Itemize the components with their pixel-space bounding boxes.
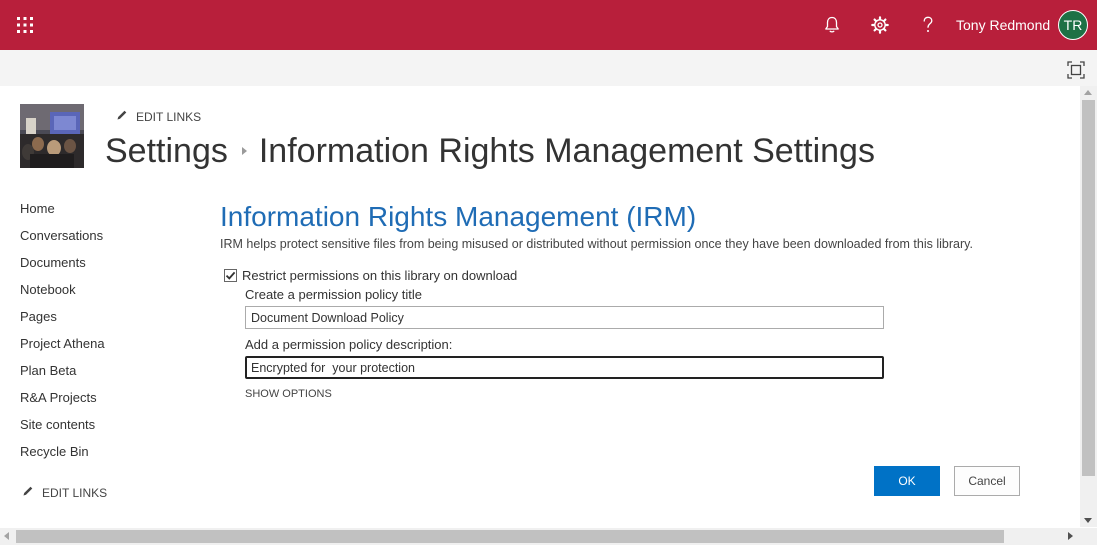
policy-description-input[interactable] [245, 356, 884, 379]
question-mark-icon[interactable] [905, 0, 951, 50]
edit-links-nav[interactable]: EDIT LINKS [22, 485, 107, 500]
page-title: Information Rights Management Settings [258, 132, 875, 170]
app-launcher-waffle-icon[interactable] [0, 0, 50, 50]
irm-section-title: Information Rights Management (IRM) [220, 201, 697, 232]
nav-item-notebook[interactable]: Notebook [20, 281, 180, 308]
suite-bar: Tony Redmond TR [0, 0, 1097, 50]
site-logo[interactable] [20, 104, 84, 168]
horizontal-scrollbar[interactable] [0, 528, 1097, 545]
edit-links-top[interactable]: EDIT LINKS [116, 109, 201, 124]
command-bar [0, 50, 1097, 86]
nav-item-pages[interactable]: Pages [20, 308, 180, 335]
scroll-left-arrow-icon[interactable] [4, 532, 9, 540]
breadcrumb: Settings Information Rights Management S… [105, 130, 875, 172]
nav-item-ra-projects[interactable]: R&A Projects [20, 389, 180, 416]
vertical-scrollbar[interactable] [1080, 86, 1097, 527]
nav-item-recycle-bin[interactable]: Recycle Bin [20, 443, 180, 470]
pencil-icon [22, 485, 34, 500]
nav-item-project-athena[interactable]: Project Athena [20, 335, 180, 362]
nav-item-site-contents[interactable]: Site contents [20, 416, 180, 443]
nav-item-home[interactable]: Home [20, 200, 180, 227]
avatar[interactable]: TR [1058, 10, 1088, 40]
gear-icon[interactable] [857, 0, 903, 50]
nav-item-plan-beta[interactable]: Plan Beta [20, 362, 180, 389]
scroll-right-arrow-icon[interactable] [1068, 532, 1073, 540]
ok-button[interactable]: OK [874, 466, 940, 496]
cancel-button[interactable]: Cancel [954, 466, 1020, 496]
policy-title-label: Create a permission policy title [245, 287, 423, 302]
vertical-scroll-thumb[interactable] [1082, 100, 1095, 476]
breadcrumb-settings[interactable]: Settings [105, 130, 228, 172]
irm-description: IRM helps protect sensitive files from b… [220, 237, 973, 251]
pencil-icon [116, 109, 128, 124]
edit-links-label: EDIT LINKS [136, 109, 202, 124]
nav-item-documents[interactable]: Documents [20, 254, 180, 281]
quick-launch-nav: Home Conversations Documents Notebook Pa… [20, 200, 180, 470]
horizontal-scroll-thumb[interactable] [16, 530, 1004, 543]
scroll-down-arrow-icon[interactable] [1084, 518, 1092, 523]
restrict-permissions-label[interactable]: Restrict permissions on this library on … [242, 268, 517, 284]
checkmark-icon [225, 271, 236, 280]
restrict-permissions-checkbox[interactable] [224, 269, 237, 282]
nav-item-conversations[interactable]: Conversations [20, 227, 180, 254]
scroll-up-arrow-icon[interactable] [1084, 90, 1092, 95]
edit-links-label: EDIT LINKS [42, 485, 108, 500]
breadcrumb-separator-icon [241, 147, 247, 155]
policy-description-label: Add a permission policy description: [245, 337, 453, 352]
show-options-link[interactable]: SHOW OPTIONS [245, 388, 332, 400]
policy-title-input[interactable] [245, 306, 884, 329]
user-name[interactable]: Tony Redmond [956, 16, 1050, 34]
bell-icon[interactable] [809, 0, 855, 50]
focus-mode-icon[interactable] [1067, 61, 1085, 79]
